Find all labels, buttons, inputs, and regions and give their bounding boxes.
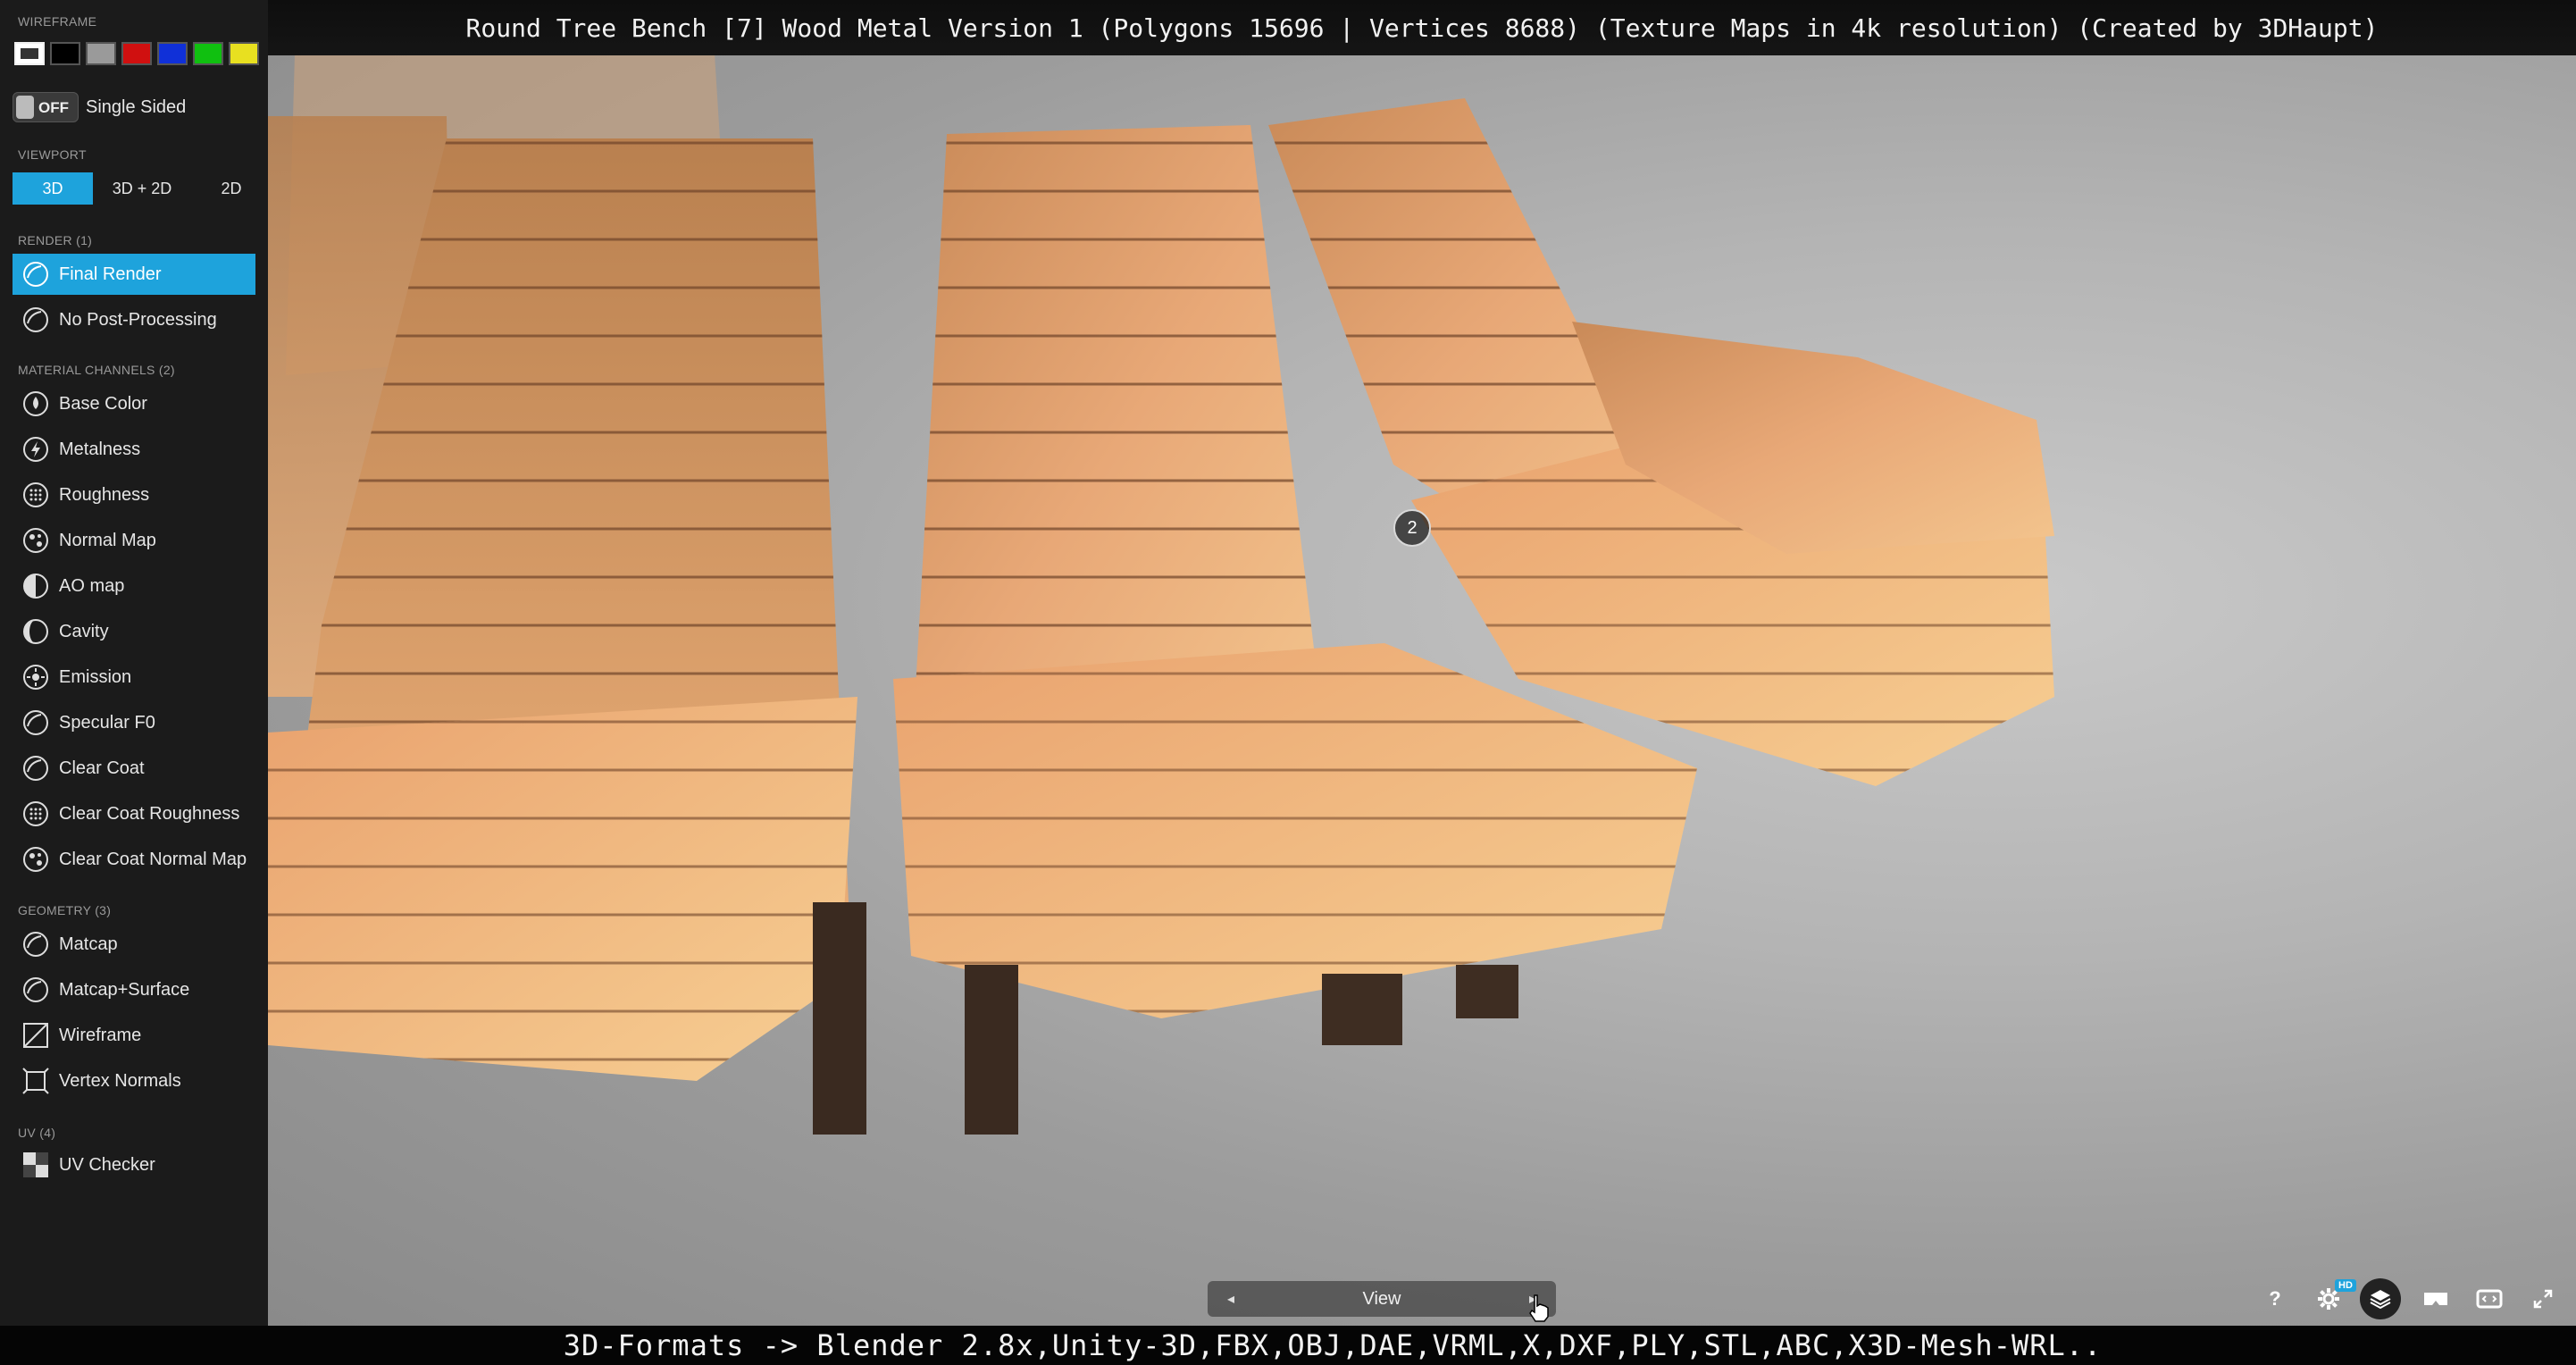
tab-3d[interactable]: 3D [13, 172, 93, 205]
normal-map-icon [23, 847, 48, 872]
menu-label: Wireframe [59, 1025, 142, 1045]
menu-label: Matcap [59, 934, 118, 954]
view-navigation: ◂ View ▸ [1208, 1281, 1556, 1317]
single-sided-toggle[interactable]: OFF [13, 92, 79, 122]
lightning-icon [23, 437, 48, 462]
menu-label: Final Render [59, 264, 162, 284]
menu-final-render[interactable]: Final Render [13, 254, 255, 295]
bench-model-render [268, 54, 2054, 1135]
menu-no-post-processing[interactable]: No Post-Processing [13, 299, 255, 340]
view-label: View [1362, 1288, 1401, 1309]
render-section-label: RENDER (1) [18, 233, 93, 247]
render-sphere-icon [23, 307, 48, 332]
menu-cavity[interactable]: Cavity [13, 611, 255, 652]
clear-coat-icon [23, 756, 48, 781]
matcap-icon [23, 932, 48, 957]
swatch-yellow[interactable] [229, 42, 259, 65]
title-bar: Round Tree Bench [7] Wood Metal Version … [268, 0, 2576, 55]
menu-metalness[interactable]: Metalness [13, 429, 255, 470]
wireframe-section-label: WIREFRAME [18, 14, 97, 29]
cavity-icon [23, 619, 48, 644]
single-sided-label: Single Sided [86, 96, 187, 117]
menu-label: Base Color [59, 393, 147, 414]
swatch-black[interactable] [50, 42, 80, 65]
fullscreen-icon[interactable] [2522, 1281, 2563, 1317]
prev-view-arrow-icon[interactable]: ◂ [1222, 1290, 1240, 1308]
swatch-gray[interactable] [86, 42, 116, 65]
menu-matcap-surface[interactable]: Matcap+Surface [13, 969, 255, 1010]
model-title: Round Tree Bench [7] Wood Metal Version … [465, 13, 2379, 43]
dots-icon [23, 482, 48, 507]
menu-label: Clear Coat Roughness [59, 803, 240, 824]
single-sided-row: OFF Single Sided [13, 92, 186, 122]
menu-label: Clear Coat Normal Map [59, 849, 247, 869]
menu-label: Matcap+Surface [59, 979, 190, 1000]
formats-caption: 3D-Formats -> Blender 2.8x,Unity-3D,FBX,… [563, 1328, 2103, 1362]
formats-caption-bar: 3D-Formats -> Blender 2.8x,Unity-3D,FBX,… [0, 1326, 2576, 1365]
menu-vertex-normals[interactable]: Vertex Normals [13, 1060, 255, 1101]
specular-icon [23, 710, 48, 735]
menu-label: UV Checker [59, 1154, 155, 1175]
menu-matcap[interactable]: Matcap [13, 924, 255, 965]
geometry-section-label: GEOMETRY (3) [18, 903, 112, 917]
checker-icon [23, 1152, 48, 1177]
toggle-state: OFF [38, 99, 69, 116]
material-section-label: MATERIAL CHANNELS (2) [18, 363, 175, 377]
menu-normal-map[interactable]: Normal Map [13, 520, 255, 561]
normal-map-icon [23, 528, 48, 553]
tab-3d-2d[interactable]: 3D + 2D [93, 172, 191, 205]
vr-icon[interactable] [2415, 1281, 2456, 1317]
menu-clear-coat-roughness[interactable]: Clear Coat Roughness [13, 793, 255, 834]
menu-label: Specular F0 [59, 712, 155, 733]
menu-clear-coat-normal-map[interactable]: Clear Coat Normal Map [13, 839, 255, 880]
viewport-section-label: VIEWPORT [18, 147, 87, 162]
viewport-tabs: 3D 3D + 2D 2D [13, 172, 272, 205]
wireframe-color-swatches [14, 42, 259, 65]
menu-label: Vertex Normals [59, 1070, 181, 1091]
menu-base-color[interactable]: Base Color [13, 383, 255, 424]
vertex-normals-icon [22, 1068, 49, 1094]
menu-label: Roughness [59, 484, 150, 505]
hd-badge: HD [2335, 1279, 2356, 1292]
matcap-icon [23, 977, 48, 1002]
menu-wireframe[interactable]: Wireframe [13, 1015, 255, 1056]
menu-ao-map[interactable]: AO map [13, 565, 255, 607]
3d-viewport[interactable] [268, 0, 2576, 1326]
swatch-blue[interactable] [157, 42, 188, 65]
menu-roughness[interactable]: Roughness [13, 474, 255, 515]
help-icon[interactable]: ? [2254, 1281, 2296, 1317]
menu-label: Clear Coat [59, 758, 145, 778]
menu-emission[interactable]: Emission [13, 657, 255, 698]
annotation-hotspot[interactable]: 2 [1393, 509, 1431, 547]
menu-label: Normal Map [59, 530, 156, 550]
color-drop-icon [23, 391, 48, 416]
help-glyph: ? [2269, 1287, 2281, 1310]
menu-label: AO map [59, 575, 125, 596]
swatch-white[interactable] [14, 42, 45, 65]
inspector-sidebar: WIREFRAME OFF Single Sided VIEWPORT 3D 3… [0, 0, 268, 1326]
wireframe-icon [23, 1023, 48, 1048]
hand-cursor-icon [1529, 1294, 1549, 1322]
layers-icon[interactable] [2360, 1278, 2401, 1319]
dots-icon [23, 801, 48, 826]
tab-2d[interactable]: 2D [191, 172, 272, 205]
render-sphere-icon [23, 262, 48, 287]
menu-clear-coat[interactable]: Clear Coat [13, 748, 255, 789]
swatch-green[interactable] [193, 42, 223, 65]
menu-label: No Post-Processing [59, 309, 217, 330]
menu-specular-f0[interactable]: Specular F0 [13, 702, 255, 743]
swatch-red[interactable] [121, 42, 152, 65]
menu-label: Emission [59, 666, 132, 687]
menu-uv-checker[interactable]: UV Checker [13, 1144, 255, 1185]
menu-label: Cavity [59, 621, 109, 641]
sun-icon [23, 665, 48, 690]
half-circle-icon [23, 574, 48, 599]
menu-label: Metalness [59, 439, 141, 459]
embed-icon[interactable] [2469, 1281, 2510, 1317]
uv-section-label: UV (4) [18, 1126, 56, 1140]
